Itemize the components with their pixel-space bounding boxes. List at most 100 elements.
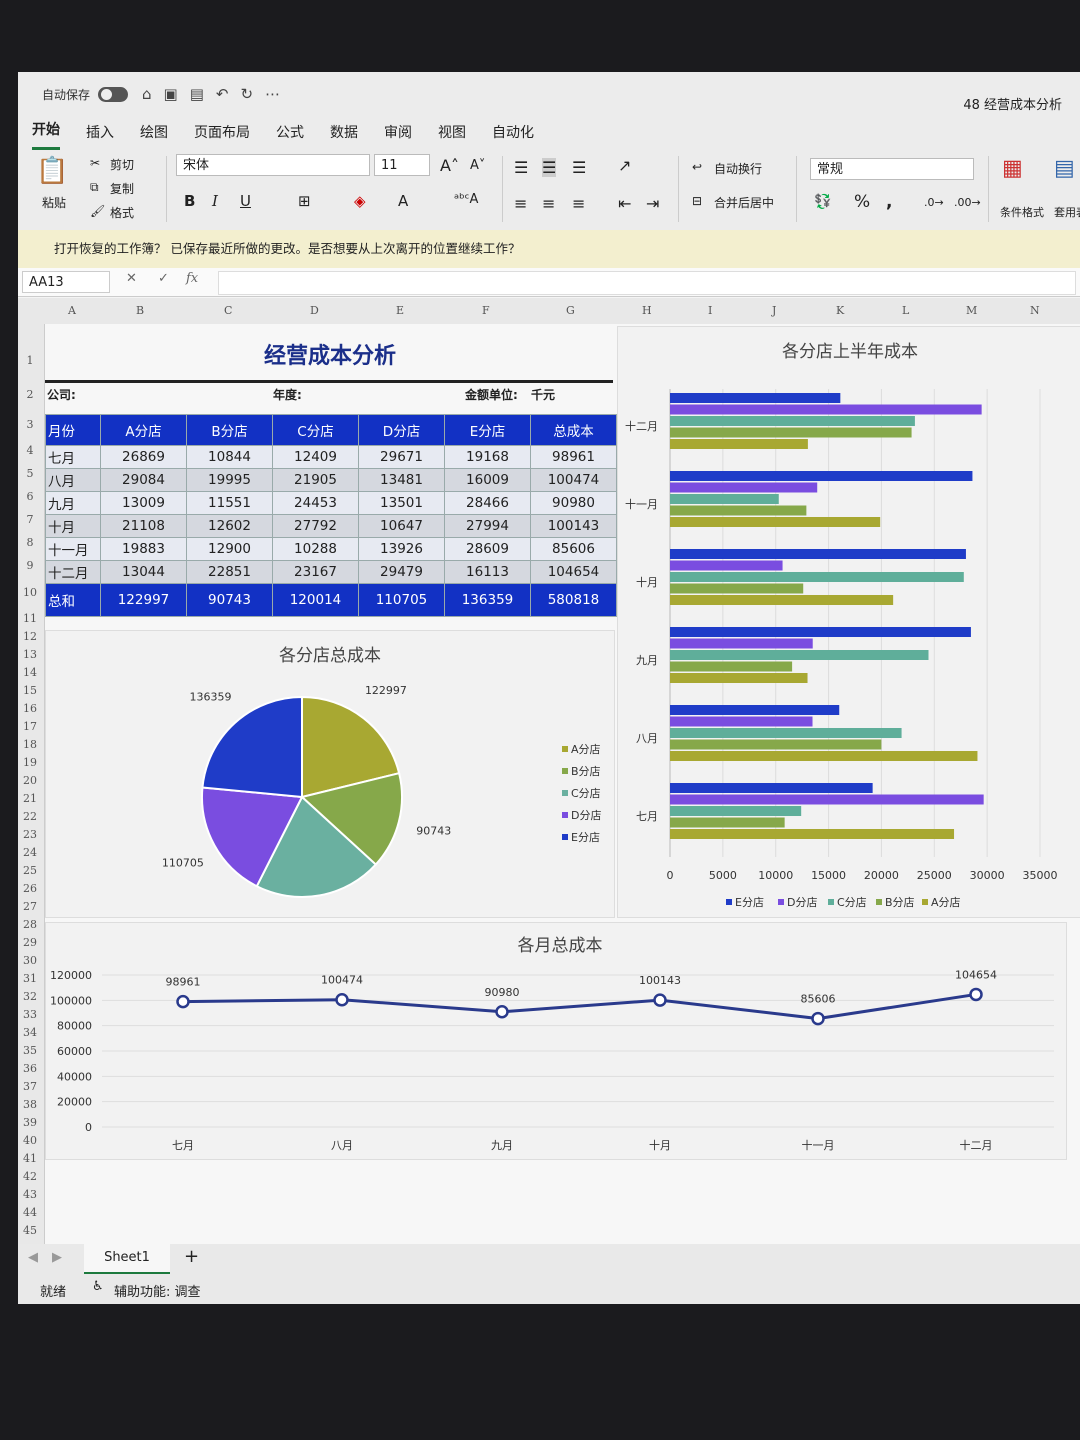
row-header[interactable]: 16 [18,702,42,715]
row-header[interactable]: 13 [18,648,42,661]
table-cell[interactable]: 28609 [444,537,531,561]
table-cell[interactable]: 100474 [530,468,617,492]
row-header[interactable]: 18 [18,738,42,751]
table-cell[interactable]: 27792 [272,514,359,538]
tab-review[interactable]: 审阅 [384,122,412,150]
row-header[interactable]: 11 [18,612,42,625]
table-cell[interactable]: 122997 [100,583,187,617]
row-header[interactable]: 27 [18,900,42,913]
table-cell[interactable]: 十月 [45,514,101,538]
save-as-icon[interactable]: ▤ [190,85,204,103]
copy-icon[interactable]: ⧉ [90,180,99,195]
row-header[interactable]: 7 [18,513,42,526]
tab-page-layout[interactable]: 页面布局 [194,122,250,150]
cut-button[interactable]: 剪切 [110,156,134,173]
row-header[interactable]: 45 [18,1224,42,1237]
column-header[interactable]: I [708,304,712,317]
merge-icon[interactable]: ⊟ [692,194,702,208]
pie-chart-container[interactable]: 各分店总成本12299790743120014110705136359A分店B分… [45,630,615,938]
table-cell[interactable]: 16009 [444,468,531,492]
align-bottom-icon[interactable]: ☰ [572,158,586,177]
next-sheet-icon[interactable]: ▶ [52,1250,62,1265]
table-cell[interactable]: 12409 [272,445,359,469]
header-cell[interactable]: B分店 [186,414,273,446]
fill-color-icon[interactable]: ◈ [354,192,366,210]
tab-data[interactable]: 数据 [330,122,358,150]
column-header[interactable]: M [966,304,977,317]
decrease-indent-icon[interactable]: ⇤ [618,194,631,213]
table-cell[interactable]: 21108 [100,514,187,538]
align-center-icon[interactable]: ≡ [542,194,555,213]
row-header[interactable]: 20 [18,774,42,787]
row-header[interactable]: 9 [18,559,42,572]
row-header[interactable]: 28 [18,918,42,931]
header-cell[interactable]: 总成本 [530,414,617,446]
table-cell[interactable]: 22851 [186,560,273,584]
row-header[interactable]: 14 [18,666,42,679]
bold-icon[interactable]: B [184,192,195,210]
format-painter-button[interactable]: 格式 [110,204,134,221]
increase-indent-icon[interactable]: ⇥ [646,194,659,213]
worksheet-grid[interactable]: 经营成本分析 公司: 年度: 金额单位: 千元 月份 A分店 B分店 C分店 D… [45,324,1080,1244]
row-header[interactable]: 21 [18,792,42,805]
row-header[interactable]: 3 [18,418,42,431]
row-header[interactable]: 34 [18,1026,42,1039]
save-icon[interactable]: ▣ [164,85,178,103]
table-cell[interactable]: 11551 [186,491,273,515]
row-header[interactable]: 30 [18,954,42,967]
font-color-icon[interactable]: A [398,192,408,210]
table-cell[interactable]: 13481 [358,468,445,492]
row-header[interactable]: 22 [18,810,42,823]
table-cell[interactable]: 13501 [358,491,445,515]
column-header[interactable]: E [396,304,404,317]
row-header[interactable]: 26 [18,882,42,895]
tab-insert[interactable]: 插入 [86,122,114,150]
table-cell[interactable]: 19883 [100,537,187,561]
table-cell[interactable]: 总和 [45,583,101,617]
table-cell[interactable]: 七月 [45,445,101,469]
row-header[interactable]: 23 [18,828,42,841]
tab-home[interactable]: 开始 [32,119,60,150]
table-cell[interactable]: 八月 [45,468,101,492]
percent-icon[interactable]: % [854,192,870,212]
row-header[interactable]: 10 [18,586,42,599]
formula-input[interactable] [218,271,1076,295]
row-header[interactable]: 35 [18,1044,42,1057]
table-format-icon[interactable]: ▤ [1054,156,1075,181]
table-cell[interactable]: 12602 [186,514,273,538]
header-cell[interactable]: D分店 [358,414,445,446]
line-chart-container[interactable]: 各月总成本 0 20000 40000 60000 80000 100000 120000 98… [45,922,1067,1160]
table-cell[interactable]: 26869 [100,445,187,469]
bar-chart-container[interactable]: 各分店上半年成本 0 5000 10000 15000 20000 25000 30000 35… [617,326,1080,918]
row-header[interactable]: 12 [18,630,42,643]
row-header[interactable]: 25 [18,864,42,877]
phonetic-icon[interactable]: ᵃᵇᶜA [454,192,478,207]
table-cell[interactable]: 90743 [186,583,273,617]
table-cell[interactable]: 10647 [358,514,445,538]
font-size-select[interactable]: 11 [374,154,430,176]
column-header[interactable]: C [224,304,232,317]
row-header[interactable]: 24 [18,846,42,859]
row-header[interactable]: 43 [18,1188,42,1201]
column-header[interactable]: L [902,304,909,317]
row-header[interactable]: 36 [18,1062,42,1075]
header-cell[interactable]: E分店 [444,414,531,446]
row-header[interactable]: 40 [18,1134,42,1147]
table-cell[interactable]: 28466 [444,491,531,515]
table-cell[interactable]: 100143 [530,514,617,538]
column-header[interactable]: G [566,304,575,317]
row-header[interactable]: 44 [18,1206,42,1219]
header-cell[interactable]: A分店 [100,414,187,446]
column-header[interactable]: H [642,304,652,317]
table-cell[interactable]: 98961 [530,445,617,469]
row-header[interactable]: 41 [18,1152,42,1165]
tab-formulas[interactable]: 公式 [276,122,304,150]
merge-center-button[interactable]: 合并后居中 [714,194,774,211]
table-cell[interactable]: 580818 [530,583,617,617]
function-icon[interactable]: fx [186,271,198,286]
table-cell[interactable]: 24453 [272,491,359,515]
comma-icon[interactable]: , [886,192,892,212]
wrap-text-button[interactable]: 自动换行 [714,160,762,177]
row-header[interactable]: 17 [18,720,42,733]
borders-icon[interactable]: ⊞ [298,192,311,210]
